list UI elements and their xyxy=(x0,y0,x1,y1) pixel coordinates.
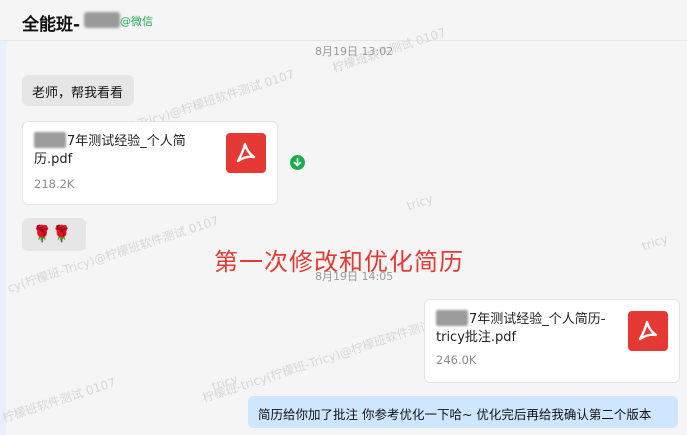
download-icon[interactable] xyxy=(290,155,305,170)
redacted-text xyxy=(436,310,468,326)
redacted-text xyxy=(34,132,66,148)
message-text: 简历给你加了批注 你参考优化一下哈~ 优化完后再给我确认第二个版本 xyxy=(258,407,652,422)
message-bubble[interactable]: 老师，帮我看看 xyxy=(22,75,134,106)
wechat-source-tag: @微信 xyxy=(120,15,153,28)
pdf-icon xyxy=(226,133,266,173)
file-name-line2: 历.pdf xyxy=(34,152,73,167)
left-edge-bar xyxy=(0,41,6,435)
file-size: 218.2K xyxy=(34,177,75,191)
rose-emoji: 🌹🌹 xyxy=(32,224,72,243)
emoji-bubble[interactable]: 🌹🌹 xyxy=(22,218,86,251)
timestamp: 8月19日 14:05 xyxy=(315,270,394,283)
file-name-line1: 7年测试经验_个人简 xyxy=(67,134,186,149)
timestamp: 8月19日 13:02 xyxy=(315,45,394,58)
chat-header: 全能班- @微信 xyxy=(0,0,687,41)
file-message[interactable]: 7年测试经验_个人简历- tricy批注.pdf 246.0K xyxy=(424,299,680,383)
pdf-icon xyxy=(628,311,668,351)
redacted-name xyxy=(84,12,120,28)
file-size: 246.0K xyxy=(436,353,477,367)
file-message[interactable]: 7年测试经验_个人简 历.pdf 218.2K xyxy=(22,121,278,205)
file-name-line1: 7年测试经验_个人简历- xyxy=(469,312,606,327)
message-text: 老师，帮我看看 xyxy=(32,86,124,101)
message-bubble[interactable]: 简历给你加了批注 你参考优化一下哈~ 优化完后再给我确认第二个版本 xyxy=(248,396,678,428)
file-name-line2: tricy批注.pdf xyxy=(436,330,517,345)
chat-title[interactable]: 全能班- xyxy=(22,10,80,35)
